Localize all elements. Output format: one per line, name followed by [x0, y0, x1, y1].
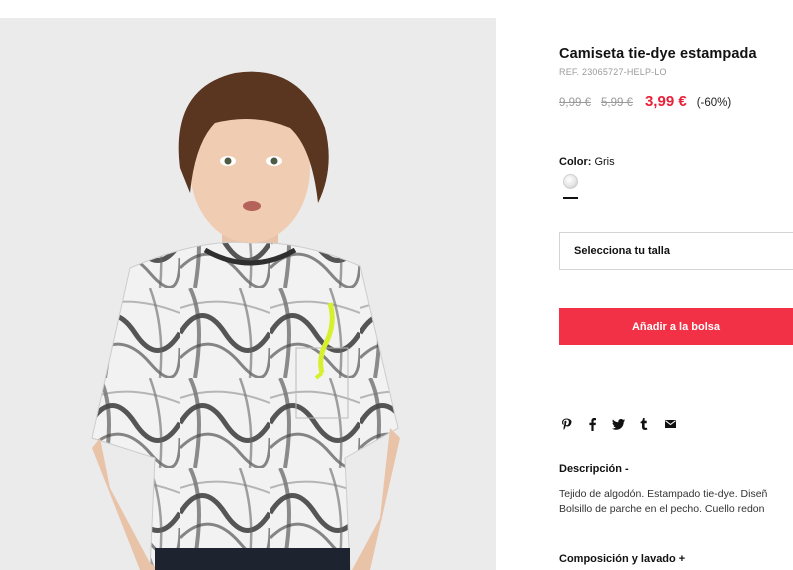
price-original: 9,99 € [559, 97, 591, 109]
price-previous: 5,99 € [600, 97, 633, 109]
size-select-placeholder: Selecciona tu talla [574, 245, 670, 257]
composition-toggle[interactable]: Composición y lavado + [559, 553, 685, 565]
description-line-1: Tejido de algodón. Estampado tie-dye. Di… [559, 488, 768, 500]
description-text: Tejido de algodón. Estampado tie-dye. Di… [559, 487, 767, 517]
add-to-bag-button[interactable]: Añadir a la bolsa [559, 308, 793, 345]
price-row: 9,99 € 5,99 € 3,99 € (-60%) [559, 93, 731, 110]
product-info-panel: Camiseta tie-dye estampada REF. 23065727… [559, 0, 793, 570]
product-image[interactable] [0, 18, 496, 570]
description-line-2: Bolsillo de parche en el pecho. Cuello r… [559, 503, 765, 515]
facebook-icon[interactable] [585, 417, 599, 431]
tumblr-icon[interactable] [637, 417, 651, 431]
product-photo [91, 71, 400, 570]
color-label-row: Color: Gris [559, 156, 615, 168]
email-icon[interactable] [663, 417, 677, 431]
pinterest-icon[interactable] [559, 417, 573, 431]
color-label: Color: [559, 156, 592, 168]
swatch-selected-indicator [563, 197, 578, 199]
twitter-icon[interactable] [611, 417, 625, 431]
price-current: 3,99 € [644, 93, 687, 110]
product-reference: REF. 23065727-HELP-LO [559, 67, 667, 77]
size-select[interactable]: Selecciona tu talla [559, 232, 793, 270]
description-toggle[interactable]: Descripción - [559, 463, 629, 475]
share-icons [559, 417, 689, 431]
color-value: Gris [594, 156, 615, 168]
discount-badge: (-60%) [696, 97, 732, 109]
grey-swatch-icon[interactable] [563, 174, 578, 189]
product-title: Camiseta tie-dye estampada [559, 46, 757, 62]
